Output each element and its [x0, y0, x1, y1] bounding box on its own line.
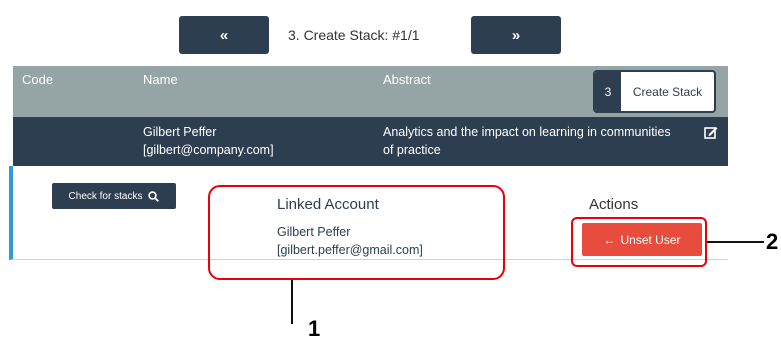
row-name: Gilbert Peffer	[143, 125, 217, 139]
edit-icon[interactable]	[704, 125, 718, 139]
row-abstract-line-2: of practice	[383, 143, 441, 157]
callout-1-number: 1	[308, 316, 321, 341]
next-stack-button[interactable]: »	[471, 16, 561, 54]
callout-1-leader-line	[291, 280, 293, 324]
check-for-stacks-label: Check for stacks	[68, 190, 143, 202]
column-header-abstract: Abstract	[383, 72, 431, 87]
column-header-code: Code	[22, 72, 54, 87]
table-row[interactable]: Gilbert Peffer [gilbert@company.com] Ana…	[13, 117, 728, 166]
double-chevron-right-icon: »	[511, 26, 521, 44]
actions-title: Actions	[589, 196, 639, 213]
row-abstract-cell: Analytics and the impact on learning in …	[383, 123, 671, 159]
create-stack-count-badge: 3	[595, 72, 621, 111]
callout-linked-account	[208, 185, 505, 280]
callout-2-number: 2	[766, 229, 779, 254]
prev-stack-button[interactable]: «	[179, 16, 269, 54]
callout-unset-user	[571, 217, 707, 267]
stack-position-label: 3. Create Stack: #1/1	[288, 27, 420, 43]
create-stack-button[interactable]: 3 Create Stack	[593, 70, 716, 113]
double-chevron-left-icon: «	[219, 26, 229, 44]
table-header: Code Name Abstract 3 Create Stack	[13, 66, 728, 117]
search-icon	[148, 190, 160, 202]
column-header-name: Name	[143, 72, 178, 87]
row-email: [gilbert@company.com]	[143, 143, 274, 157]
create-stack-label: Create Stack	[632, 84, 703, 99]
row-name-cell: Gilbert Peffer [gilbert@company.com]	[143, 123, 274, 159]
check-for-stacks-button[interactable]: Check for stacks	[52, 183, 176, 209]
callout-2-leader-line	[707, 241, 764, 243]
row-abstract-line-1: Analytics and the impact on learning in …	[383, 125, 671, 139]
